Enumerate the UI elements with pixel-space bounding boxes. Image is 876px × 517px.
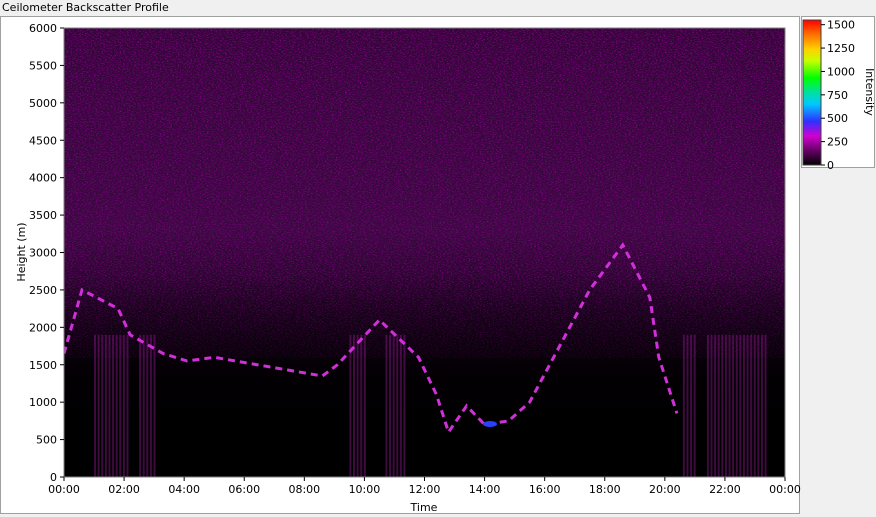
precip-streak — [101, 334, 104, 477]
heatmap-area — [64, 28, 785, 477]
precip-streak — [742, 334, 745, 477]
y-tick-label: 3500 — [29, 209, 57, 222]
precip-streak — [146, 334, 149, 477]
x-tick-label: 12:00 — [409, 483, 441, 496]
colorbar: 0 250 500 750 1000 1250 1500 Intensity — [802, 19, 876, 172]
x-tick-label: 02:00 — [108, 483, 140, 496]
precip-streak — [735, 334, 738, 477]
precip-streak — [717, 334, 720, 477]
y-tick-label: 2500 — [29, 284, 57, 297]
x-tick-label: 10:00 — [349, 483, 381, 496]
colorbar-tick-label: 750 — [827, 89, 848, 102]
precip-streak — [396, 334, 399, 477]
precip-streak — [746, 334, 749, 477]
precip-streak — [122, 334, 125, 477]
x-tick-label: 08:00 — [288, 483, 320, 496]
precip-streak — [392, 334, 395, 477]
colorbar-tick-label: 1500 — [827, 19, 855, 32]
y-tick-label: 2000 — [29, 321, 57, 334]
precip-streak — [360, 334, 363, 477]
colorbar-tick-label: 0 — [827, 159, 834, 172]
y-tick-label: 3000 — [29, 247, 57, 260]
y-tick-label: 6000 — [29, 22, 57, 35]
precip-streak — [764, 334, 767, 477]
precip-streak — [126, 334, 129, 477]
precip-streak — [94, 334, 97, 477]
x-tick-label: 00:00 — [48, 483, 80, 496]
precip-streak — [732, 334, 735, 477]
precip-streak — [385, 334, 388, 477]
precip-streak — [403, 334, 406, 477]
precip-streak — [753, 334, 756, 477]
precip-streak — [149, 334, 152, 477]
x-tick-label: 16:00 — [529, 483, 561, 496]
precip-streak — [721, 334, 724, 477]
y-tick-label: 4000 — [29, 172, 57, 185]
x-tick-label: 14:00 — [469, 483, 501, 496]
y-tick-label: 0 — [50, 471, 57, 484]
x-tick-label: 04:00 — [168, 483, 200, 496]
y-tick-label: 500 — [36, 434, 57, 447]
precip-streak — [757, 334, 760, 477]
y-tick-label: 4500 — [29, 134, 57, 147]
precip-streak — [115, 334, 118, 477]
colorbar-label: Intensity — [863, 68, 876, 116]
precip-streak — [710, 334, 713, 477]
precip-streak — [389, 334, 392, 477]
precip-streak — [728, 334, 731, 477]
precip-streak — [142, 334, 145, 477]
precip-streak — [139, 334, 142, 477]
y-axis-label: Height (m) — [15, 222, 28, 281]
colorbar-tick-label: 500 — [827, 112, 848, 125]
precip-streak — [399, 334, 402, 477]
precip-streak — [739, 334, 742, 477]
x-axis: 00:00 02:00 04:00 06:00 08:00 10:00 12:00 14:00… — [48, 477, 801, 496]
x-tick-label: 06:00 — [228, 483, 260, 496]
precip-streak — [714, 334, 717, 477]
y-axis: 0 500 1000 1500 2000 2500 3000 3500 4000 4500 5000… — [29, 22, 64, 484]
precip-streak — [104, 334, 107, 477]
x-tick-label: 22:00 — [709, 483, 741, 496]
precip-streak — [363, 334, 366, 477]
precip-streak — [706, 334, 709, 477]
precip-streak — [686, 334, 689, 477]
precip-streak — [693, 334, 696, 477]
precip-streak — [353, 334, 356, 477]
x-axis-label: Time — [410, 501, 438, 514]
precip-streak — [153, 334, 156, 477]
precip-streak — [119, 334, 122, 477]
y-tick-label: 1000 — [29, 396, 57, 409]
colorbar-tick-label: 1000 — [827, 65, 855, 78]
y-tick-label: 5500 — [29, 59, 57, 72]
precip-streak — [356, 334, 359, 477]
precip-streak — [349, 334, 352, 477]
y-tick-label: 1500 — [29, 359, 57, 372]
x-tick-label: 20:00 — [649, 483, 681, 496]
precip-streak — [750, 334, 753, 477]
precip-streak — [690, 334, 693, 477]
backscatter-chart: 00:00 02:00 04:00 06:00 08:00 10:00 12:00 14:00… — [15, 19, 876, 514]
colorbar-tick-label: 1250 — [827, 42, 855, 55]
precip-streak — [760, 334, 763, 477]
x-tick-label: 00:00 — [769, 483, 801, 496]
precip-streak — [682, 334, 685, 477]
precip-streak — [112, 334, 115, 477]
y-tick-label: 5000 — [29, 97, 57, 110]
colorbar-tick-label: 250 — [827, 136, 848, 149]
precip-streak — [108, 334, 111, 477]
precip-streak — [97, 334, 100, 477]
x-tick-label: 18:00 — [589, 483, 621, 496]
high-intensity-spot — [483, 421, 497, 427]
precip-streak — [724, 334, 727, 477]
